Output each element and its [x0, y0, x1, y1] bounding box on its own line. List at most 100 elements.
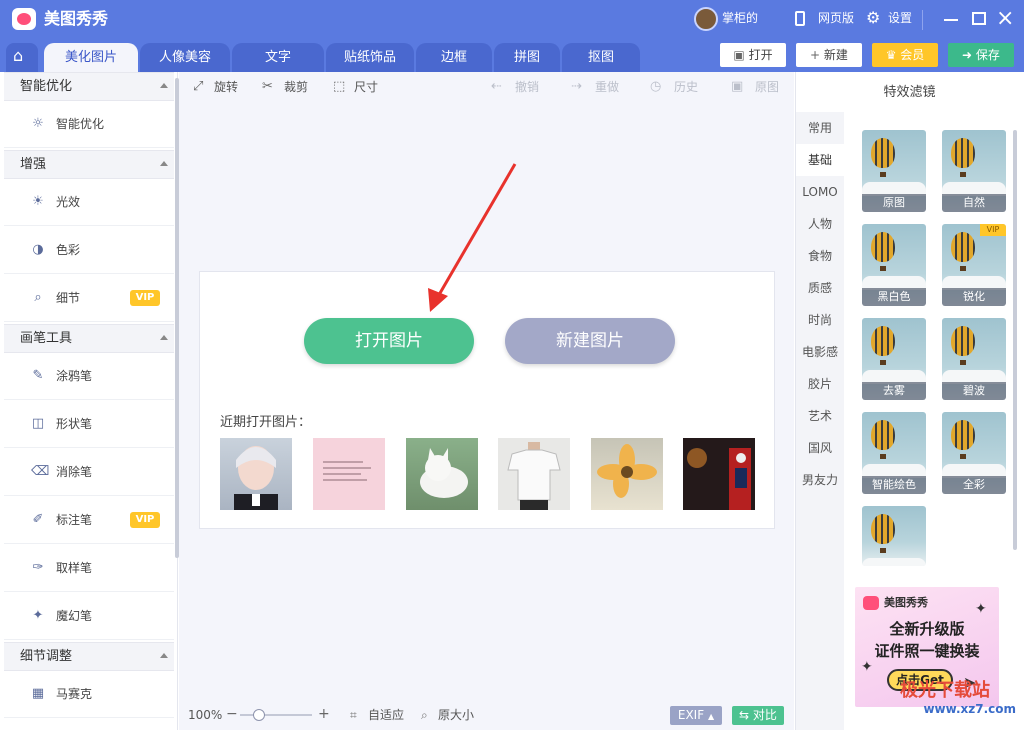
filter-category[interactable]: 男友力: [796, 464, 844, 496]
item-eraser-pen[interactable]: ⌫ 消除笔: [4, 449, 174, 496]
filter-category[interactable]: 食物: [796, 240, 844, 272]
zoom-in-button[interactable]: +: [318, 705, 330, 723]
phone-icon[interactable]: [795, 11, 805, 26]
gear-icon[interactable]: ⚙: [866, 9, 880, 27]
collapse-arrow-icon[interactable]: [160, 335, 168, 340]
tab-collage[interactable]: 拼图: [494, 43, 560, 72]
filter-category[interactable]: 常用: [796, 112, 844, 144]
filter-category[interactable]: LOMO: [796, 176, 844, 208]
zoom-slider[interactable]: [240, 714, 312, 716]
home-icon[interactable]: ⌂: [13, 47, 23, 65]
tab-cutout[interactable]: 抠图: [562, 43, 640, 72]
tab-border[interactable]: 边框: [416, 43, 492, 72]
filter-category[interactable]: 基础: [796, 144, 844, 176]
scissors-icon[interactable]: ✂: [262, 79, 273, 95]
original-image-icon[interactable]: ▣: [731, 79, 743, 95]
open-button[interactable]: ▣ 打开: [720, 43, 786, 67]
filter-tile[interactable]: 自然: [942, 130, 1006, 212]
fit-button[interactable]: 自适应: [368, 707, 404, 723]
balloon-icon: [871, 514, 895, 544]
fit-icon[interactable]: ⌗: [350, 707, 357, 723]
section-smart-optimize[interactable]: 智能优化: [4, 72, 174, 101]
exif-button[interactable]: EXIF ▲: [670, 706, 722, 725]
magnify-icon: ⌕: [34, 290, 42, 305]
filter-tile[interactable]: 黑白色: [862, 224, 926, 306]
save-button[interactable]: ➜ 保存: [948, 43, 1014, 67]
recent-thumb[interactable]: [498, 438, 570, 510]
filter-tile[interactable]: 碧波: [942, 318, 1006, 400]
resize-icon[interactable]: ⬚: [333, 79, 345, 95]
filter-category[interactable]: 人物: [796, 208, 844, 240]
redo-icon[interactable]: ⇢: [571, 79, 582, 95]
minimize-button[interactable]: [944, 19, 958, 21]
filter-category[interactable]: 胶片: [796, 368, 844, 400]
filter-tile[interactable]: 全彩: [942, 412, 1006, 494]
tab-beautify[interactable]: 美化图片: [44, 43, 138, 72]
filter-tile[interactable]: 锐化 VIP: [942, 224, 1006, 306]
item-label: 魔幻笔: [56, 609, 93, 623]
history-button[interactable]: 历史: [674, 79, 698, 95]
maximize-button[interactable]: [972, 12, 986, 25]
settings-link[interactable]: 设置: [888, 11, 912, 25]
recent-thumb[interactable]: [591, 438, 663, 510]
filter-tile[interactable]: 原图: [862, 130, 926, 212]
recent-thumb[interactable]: [313, 438, 385, 510]
filter-category[interactable]: 质感: [796, 272, 844, 304]
item-marker-pen[interactable]: ✐ 标注笔 VIP: [4, 497, 174, 544]
collapse-arrow-icon[interactable]: [160, 161, 168, 166]
new-image-button[interactable]: 新建图片: [505, 318, 675, 364]
item-smart-optimize[interactable]: ☼ 智能优化: [4, 101, 174, 148]
web-version-link[interactable]: 网页版: [818, 11, 854, 25]
open-image-button[interactable]: 打开图片: [304, 318, 474, 364]
filter-tile[interactable]: 智能绘色: [862, 412, 926, 494]
filter-category[interactable]: 艺术: [796, 400, 844, 432]
username[interactable]: 掌柜的: [722, 11, 758, 25]
item-mosaic[interactable]: ▦ 马赛克: [4, 671, 174, 718]
item-color[interactable]: ◑ 色彩: [4, 227, 174, 274]
collapse-arrow-icon[interactable]: [160, 83, 168, 88]
basket-shape: [880, 360, 886, 365]
undo-icon[interactable]: ⇠: [491, 79, 502, 95]
item-doodle-pen[interactable]: ✎ 涂鸦笔: [4, 353, 174, 400]
zoom-out-button[interactable]: −: [226, 705, 238, 723]
section-enhance[interactable]: 增强: [4, 150, 174, 179]
close-button[interactable]: ×: [996, 6, 1014, 32]
original-button[interactable]: 原图: [755, 79, 779, 95]
section-detail-adjust[interactable]: 细节调整: [4, 642, 174, 671]
compare-button[interactable]: ⇆ 对比: [732, 706, 784, 725]
filter-category[interactable]: 国风: [796, 432, 844, 464]
crop-button[interactable]: 裁剪: [284, 79, 308, 95]
recent-thumb[interactable]: [683, 438, 755, 510]
history-icon[interactable]: ◷: [650, 79, 661, 95]
rotate-icon[interactable]: ⤢: [193, 79, 203, 95]
tab-stickers[interactable]: 贴纸饰品: [326, 43, 414, 72]
actual-size-button[interactable]: 原大小: [438, 707, 474, 723]
filter-category[interactable]: 时尚: [796, 304, 844, 336]
filter-category[interactable]: 电影感: [796, 336, 844, 368]
item-light-effect[interactable]: ☀ 光效: [4, 179, 174, 226]
rotate-button[interactable]: 旋转: [214, 79, 238, 95]
item-magic-pen[interactable]: ✦ 魔幻笔: [4, 593, 174, 640]
vip-button[interactable]: ♛ 会员: [872, 43, 938, 67]
section-brush-tools[interactable]: 画笔工具: [4, 324, 174, 353]
zoom-slider-handle[interactable]: [253, 709, 265, 721]
filter-tile[interactable]: [862, 506, 926, 566]
recent-thumb[interactable]: [220, 438, 292, 510]
filters-scrollbar[interactable]: [1013, 130, 1017, 550]
undo-button[interactable]: 撤销: [515, 79, 539, 95]
item-label: 取样笔: [56, 561, 93, 575]
tab-portrait[interactable]: 人像美容: [140, 43, 230, 72]
size-button[interactable]: 尺寸: [354, 79, 378, 95]
new-button[interactable]: + 新建: [796, 43, 862, 67]
user-avatar[interactable]: [694, 7, 718, 31]
item-detail[interactable]: ⌕ 细节 VIP: [4, 275, 174, 322]
redo-button[interactable]: 重做: [595, 79, 619, 95]
balloon-icon: [951, 326, 975, 356]
item-shape-pen[interactable]: ◫ 形状笔: [4, 401, 174, 448]
item-sample-pen[interactable]: ✑ 取样笔: [4, 545, 174, 592]
collapse-arrow-icon[interactable]: [160, 653, 168, 658]
tab-text[interactable]: 文字: [232, 43, 324, 72]
magnify-icon[interactable]: ⌕: [421, 707, 428, 723]
recent-thumb[interactable]: [406, 438, 478, 510]
filter-tile[interactable]: 去雾: [862, 318, 926, 400]
